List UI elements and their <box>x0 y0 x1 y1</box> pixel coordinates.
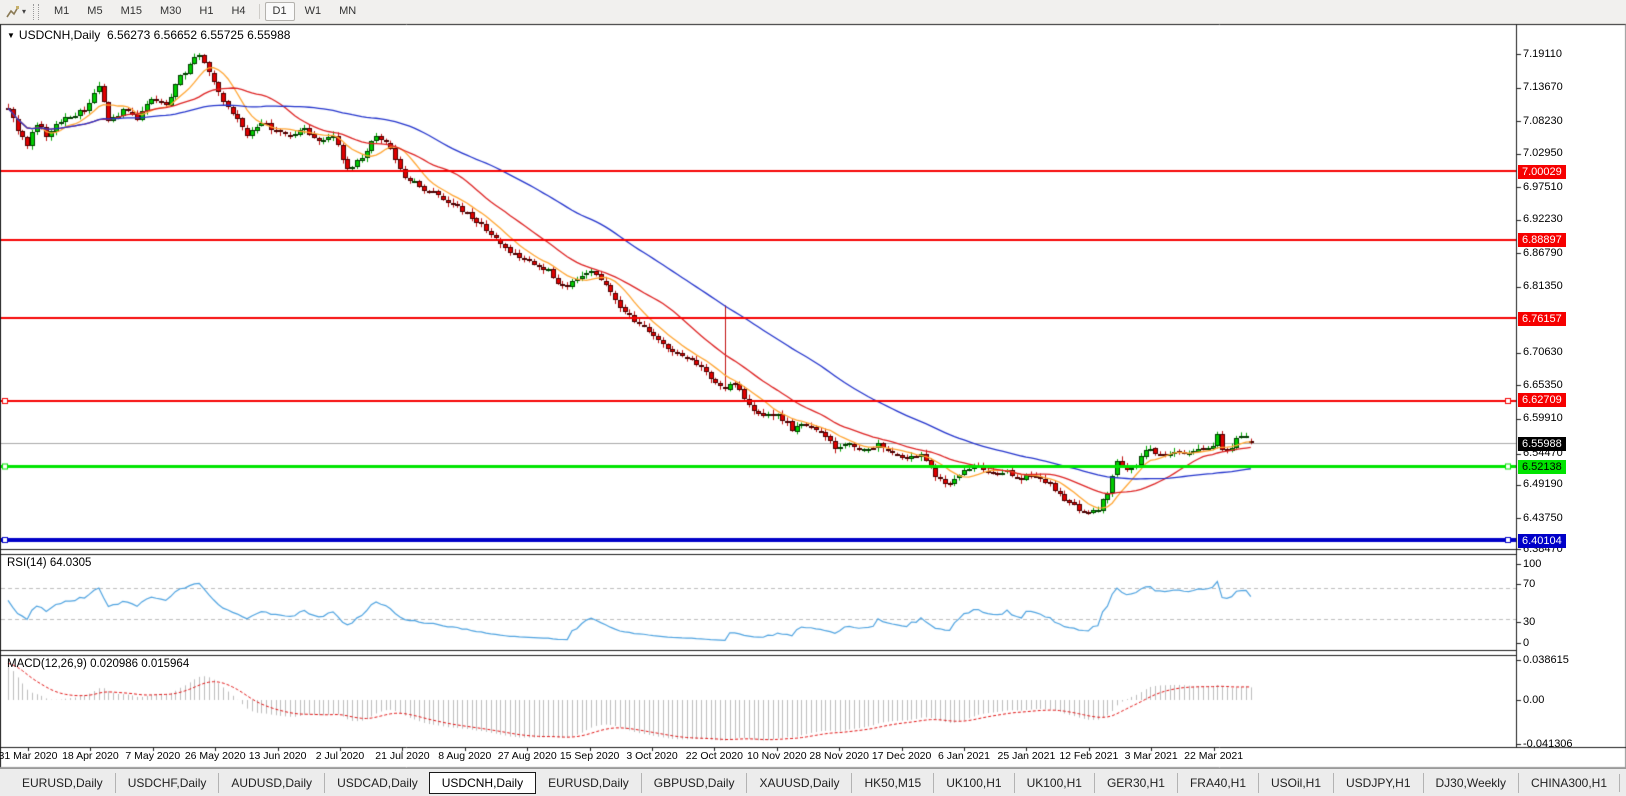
tab-usdjpy-h1[interactable]: USDJPY,H1 <box>1333 773 1422 793</box>
price-tick-label: 6.97510 <box>1523 181 1563 194</box>
date-tick-label: 13 Jun 2020 <box>249 750 307 762</box>
oscillator-tick-label: 100 <box>1523 558 1541 571</box>
date-tick-label: 22 Mar 2021 <box>1184 750 1243 762</box>
timeframe-d1[interactable]: D1 <box>265 2 295 21</box>
price-tick-label: 7.19110 <box>1523 48 1562 61</box>
tab-gbpusd-daily[interactable]: GBPUSD,Daily <box>641 773 747 793</box>
date-tick-label: 6 Jan 2021 <box>938 750 990 762</box>
chart-line-tool-icon[interactable] <box>5 4 21 20</box>
timeframe-m1[interactable]: M1 <box>46 2 77 21</box>
tab-usoil-h1[interactable]: USOil,H1 <box>1258 773 1333 793</box>
price-tick-label: 6.81350 <box>1523 280 1563 293</box>
tab-scroll-left-icon[interactable]: ◂ <box>1620 777 1626 788</box>
date-tick-label: 2 Jul 2020 <box>316 750 364 762</box>
date-tick-label: 7 May 2020 <box>125 750 180 762</box>
mt4-window: ▾ M1M5M15M30H1H4 D1W1MN ▼ USDCNH,Daily 6.5… <box>0 0 1626 796</box>
oscillator-tick-label: -0.041306 <box>1523 738 1573 751</box>
tab-xauusd-daily[interactable]: XAUUSD,Daily <box>746 773 851 793</box>
date-tick-label: 10 Nov 2020 <box>747 750 807 762</box>
date-tick-label: 3 Mar 2021 <box>1125 750 1178 762</box>
timeframe-mn[interactable]: MN <box>331 2 364 21</box>
timeframe-m5[interactable]: M5 <box>79 2 110 21</box>
oscillator-tick-label: 0 <box>1523 637 1529 650</box>
tool-dropdown-caret[interactable]: ▾ <box>22 7 26 16</box>
tab-china300-h1[interactable]: CHINA300,H1 <box>1518 773 1619 793</box>
date-tick-label: 22 Oct 2020 <box>686 750 743 762</box>
oscillator-tick-label: 30 <box>1523 616 1535 629</box>
tab-fra40-h1[interactable]: FRA40,H1 <box>1177 773 1258 793</box>
date-tick-label: 31 Mar 2020 <box>0 750 57 762</box>
tab-uk100-h1[interactable]: UK100,H1 <box>1014 773 1094 793</box>
rsi-indicator-label: RSI(14) 64.0305 <box>7 557 91 569</box>
timeframe-m15[interactable]: M15 <box>113 2 150 21</box>
toolbar-grip[interactable] <box>33 4 39 20</box>
date-tick-label: 21 Jul 2020 <box>375 750 429 762</box>
oscillator-tick-label: 0.038615 <box>1523 654 1569 667</box>
price-tick-label: 6.92230 <box>1523 213 1563 226</box>
chart-tab-bar: EURUSD,DailyUSDCHF,DailyAUDUSD,DailyUSDC… <box>0 768 1626 796</box>
price-tick-label: 6.59910 <box>1523 412 1563 425</box>
chart-title-symbol: USDCNH,Daily <box>19 28 100 42</box>
date-tick-label: 17 Dec 2020 <box>872 750 932 762</box>
date-tick-label: 28 Nov 2020 <box>809 750 869 762</box>
tab-audusd-daily[interactable]: AUDUSD,Daily <box>218 773 324 793</box>
date-tick-label: 18 Apr 2020 <box>62 750 119 762</box>
price-tick-label: 7.02950 <box>1523 147 1563 160</box>
timeframe-m30[interactable]: M30 <box>152 2 189 21</box>
tab-usdcad-daily[interactable]: USDCAD,Daily <box>324 773 430 793</box>
price-tick-label: 7.08230 <box>1523 115 1563 128</box>
tab-eurusd-daily[interactable]: EURUSD,Daily <box>10 773 115 793</box>
price-tick-label: 6.43750 <box>1523 512 1563 525</box>
price-tick-label: 6.65350 <box>1523 379 1563 392</box>
timeframe-buttons: M1M5M15M30H1H4 D1W1MN <box>45 2 365 21</box>
date-tick-label: 12 Feb 2021 <box>1059 750 1118 762</box>
date-tick-label: 15 Sep 2020 <box>560 750 620 762</box>
tab-ger30-h1[interactable]: GER30,H1 <box>1094 773 1177 793</box>
tab-scroll-arrows: ◂ ▸ <box>1619 774 1626 792</box>
price-level-badge: 6.40104 <box>1518 534 1566 548</box>
timeframe-h1[interactable]: H1 <box>191 2 221 21</box>
price-level-badge: 6.55988 <box>1518 437 1566 451</box>
collapse-triangle-icon[interactable]: ▼ <box>7 31 15 40</box>
oscillator-tick-label: 70 <box>1523 578 1535 591</box>
timeframe-h4[interactable]: H4 <box>223 2 253 21</box>
chart-title-quote: 6.56273 6.56652 6.55725 6.55988 <box>107 28 291 42</box>
date-tick-label: 26 May 2020 <box>185 750 246 762</box>
price-tick-label: 7.13670 <box>1523 81 1563 94</box>
chart-title: ▼ USDCNH,Daily 6.56273 6.56652 6.55725 6.… <box>7 28 290 42</box>
tab-usdchf-daily[interactable]: USDCHF,Daily <box>115 773 219 793</box>
price-level-badge: 6.62709 <box>1518 393 1566 407</box>
macd-indicator-label: MACD(12,26,9) 0.020986 0.015964 <box>7 658 189 670</box>
price-level-badge: 6.88897 <box>1518 233 1566 247</box>
chart-canvas[interactable] <box>0 0 1626 796</box>
price-level-badge: 7.00029 <box>1518 165 1566 179</box>
tab-usdcnh-daily[interactable]: USDCNH,Daily <box>429 772 536 794</box>
tab-dj30-weekly[interactable]: DJ30,Weekly <box>1423 773 1518 793</box>
toolbar-separator <box>259 4 260 19</box>
timeframe-w1[interactable]: W1 <box>297 2 330 21</box>
tab-uk100-h1[interactable]: UK100,H1 <box>933 773 1013 793</box>
tab-eurusd-daily[interactable]: EURUSD,Daily <box>535 773 641 793</box>
tab-hk50-m15[interactable]: HK50,M15 <box>851 773 933 793</box>
price-tick-label: 6.70630 <box>1523 346 1563 359</box>
price-tick-label: 6.49190 <box>1523 478 1563 491</box>
price-tick-label: 6.86790 <box>1523 247 1563 260</box>
timeframe-toolbar: ▾ M1M5M15M30H1H4 D1W1MN <box>0 0 1626 24</box>
date-tick-label: 3 Oct 2020 <box>626 750 677 762</box>
price-level-badge: 6.76157 <box>1518 312 1566 326</box>
oscillator-tick-label: 0.00 <box>1523 694 1544 707</box>
date-tick-label: 25 Jan 2021 <box>997 750 1055 762</box>
date-tick-label: 27 Aug 2020 <box>498 750 557 762</box>
date-tick-label: 8 Aug 2020 <box>438 750 491 762</box>
price-level-badge: 6.52138 <box>1518 460 1566 474</box>
